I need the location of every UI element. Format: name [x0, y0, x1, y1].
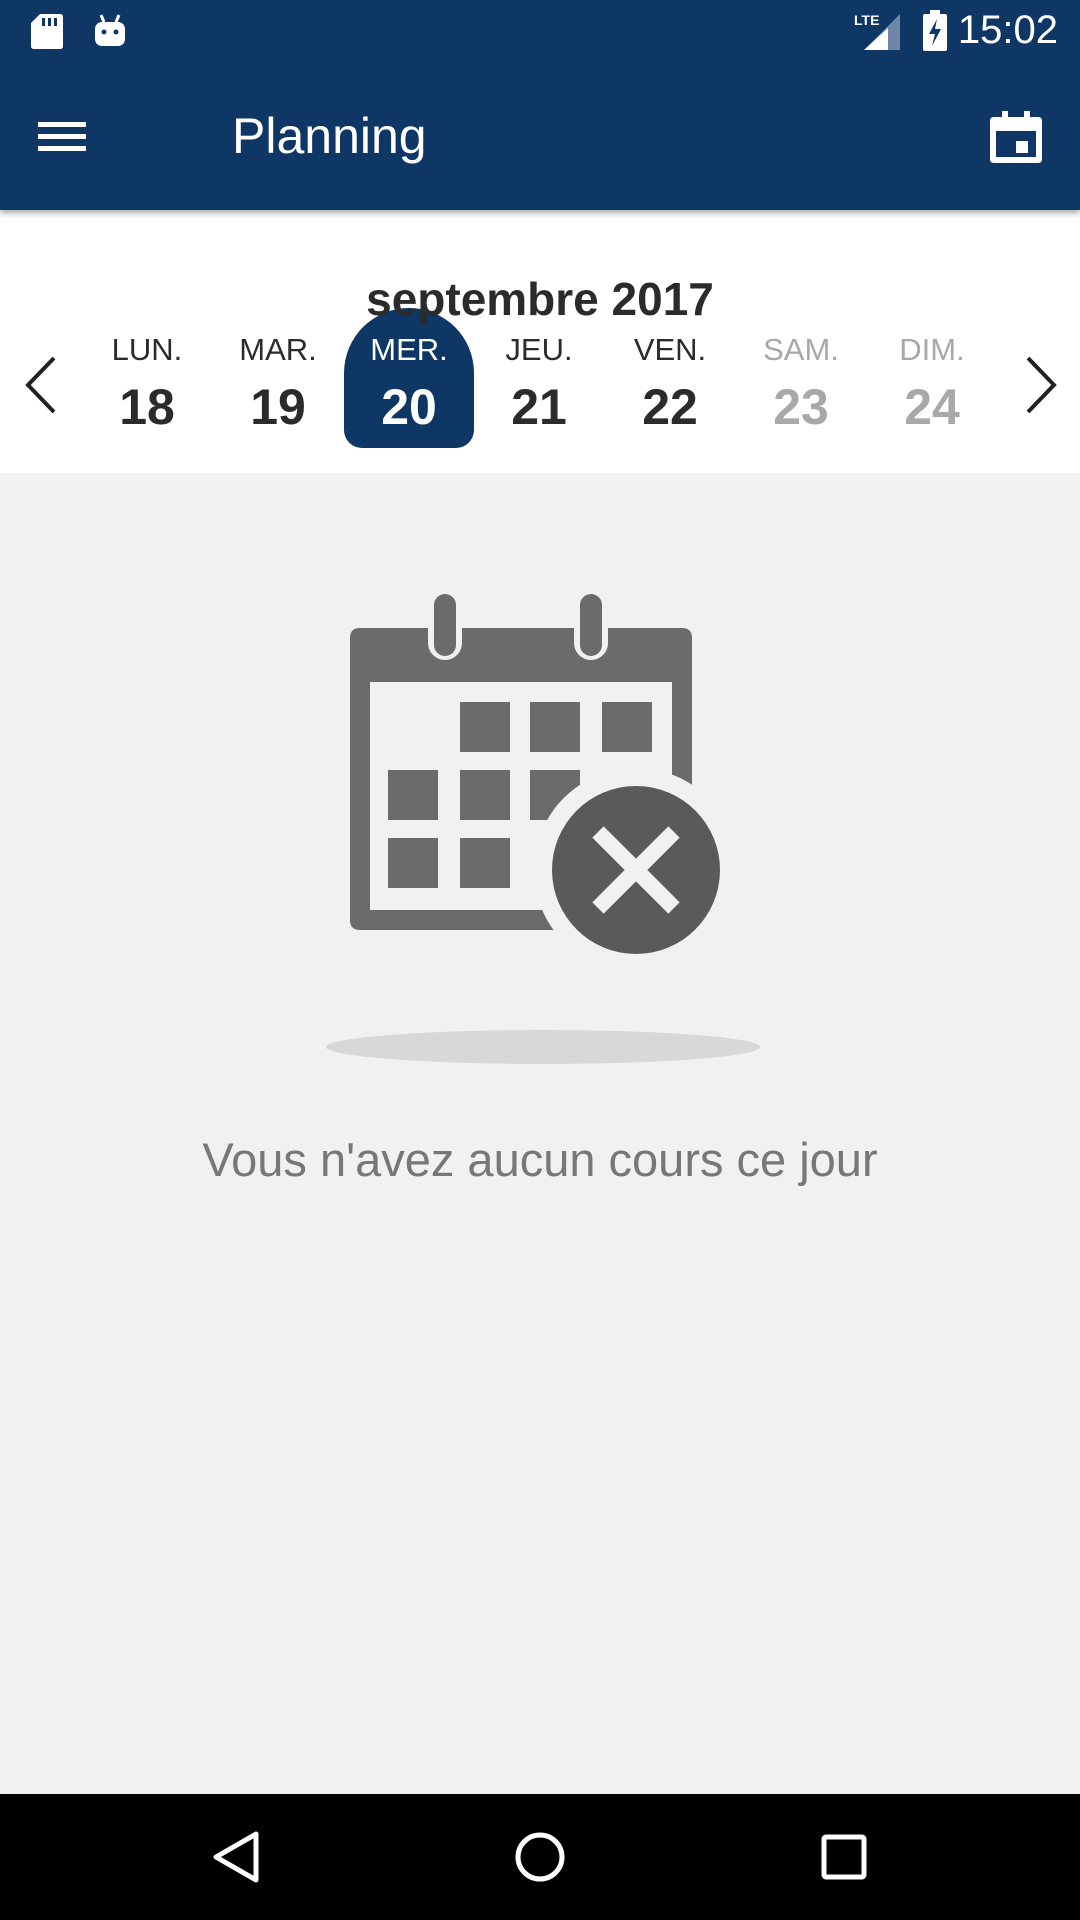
status-bar: LTE 15:02 [0, 0, 1080, 63]
day-jeu[interactable]: JEU. 21 [474, 308, 604, 448]
day-name: SAM. [763, 332, 839, 367]
day-name: DIM. [899, 332, 965, 367]
hamburger-menu-icon[interactable] [30, 108, 94, 164]
day-lun[interactable]: LUN. 18 [82, 308, 212, 448]
day-number: 20 [381, 379, 437, 435]
day-number: 21 [511, 379, 567, 435]
day-name: JEU. [505, 332, 573, 367]
recents-icon[interactable] [804, 1822, 884, 1892]
day-mar[interactable]: MAR. 19 [213, 308, 343, 448]
day-name: VEN. [633, 332, 707, 367]
day-number: 22 [642, 379, 698, 435]
month-label: septembre 2017 [366, 273, 714, 325]
android-icon [95, 14, 125, 46]
day-number: 24 [904, 379, 960, 435]
chevron-left-icon[interactable] [18, 350, 68, 420]
calendar-today-icon[interactable] [986, 107, 1046, 167]
calendar-remove-icon [350, 590, 720, 954]
week-selector: septembre 2017 LUN. 18 MAR. 19 MER. 20 J… [0, 210, 1080, 473]
system-navigation-bar [0, 1794, 1080, 1920]
day-mer-selected[interactable]: MER. 20 [344, 308, 474, 448]
page-title: Planning [232, 108, 427, 164]
back-icon[interactable] [196, 1822, 276, 1892]
day-name: MER. [370, 332, 448, 367]
status-time: 15:02 [957, 8, 1058, 52]
battery-charging-icon [923, 10, 947, 51]
day-number: 18 [119, 379, 175, 435]
day-name: MAR. [239, 332, 317, 367]
sd-card-icon [31, 14, 63, 49]
day-number: 23 [773, 379, 829, 435]
day-sam[interactable]: SAM. 23 [736, 308, 866, 448]
day-number: 19 [250, 379, 306, 435]
day-name: LUN. [111, 332, 183, 367]
chevron-right-icon[interactable] [1014, 350, 1064, 420]
app-bar: Planning [0, 63, 1080, 210]
empty-state-message: Vous n'avez aucun cours ce jour [202, 1133, 878, 1186]
signal-icon: LTE [854, 12, 900, 50]
day-dim[interactable]: DIM. 24 [867, 308, 997, 448]
home-icon[interactable] [500, 1822, 580, 1892]
illustration-shadow [326, 1030, 760, 1064]
network-label: LTE [854, 12, 879, 28]
day-ven[interactable]: VEN. 22 [605, 308, 735, 448]
